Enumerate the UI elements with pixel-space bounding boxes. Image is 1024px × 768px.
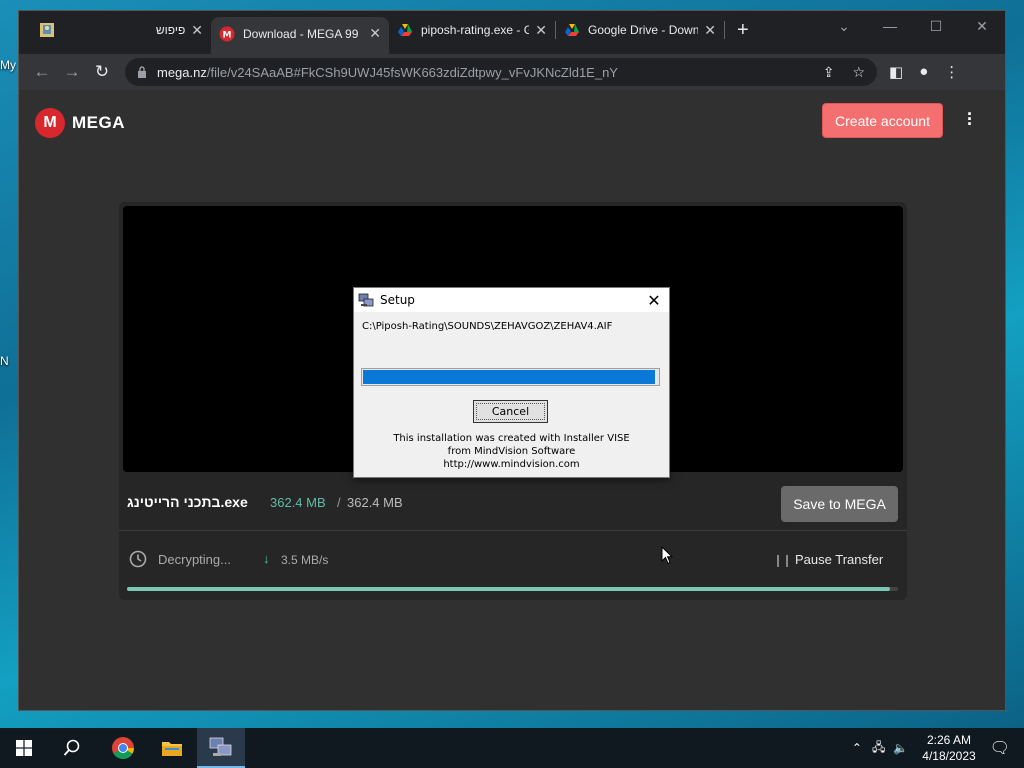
- transfer-speed: 3.5 MB/s: [281, 553, 329, 567]
- close-window-icon[interactable]: ✕: [959, 11, 1005, 43]
- taskbar-chrome[interactable]: [99, 728, 147, 768]
- tab-piposh-rating-drive[interactable]: piposh-rating.exe - G ✕: [389, 13, 555, 47]
- tab-search-icon[interactable]: ⌄: [821, 11, 867, 43]
- file-info-row: בתכני הרייטינג.exe 362.4 MB / 362.4 MB S…: [119, 477, 907, 531]
- svg-text:M: M: [223, 30, 232, 40]
- tab-strip: פיפוש ✕ M Download - MEGA 99 ✕ piposh-ra…: [19, 11, 1005, 54]
- url-path: /file/v24SAaAB#FkCSh9UWJ45fsWK663zdiZdtp…: [206, 64, 618, 80]
- setup-info-line: from MindVision Software: [447, 446, 576, 457]
- search-button[interactable]: [48, 728, 96, 768]
- file-name: בתכני הרייטינג.exe: [127, 494, 248, 510]
- mega-logo-text: MEGA: [72, 113, 125, 132]
- chrome-icon: [112, 737, 134, 759]
- setup-titlebar[interactable]: Setup ✕: [354, 288, 669, 312]
- bookmark-star-icon[interactable]: ☆: [852, 64, 865, 81]
- close-tab-icon[interactable]: ✕: [704, 22, 716, 39]
- tab-title: Google Drive - Down: [588, 23, 699, 37]
- mega-menu-icon[interactable]: · · ·: [967, 105, 973, 133]
- notifications-icon[interactable]: 🗨: [990, 738, 1010, 758]
- window-controls: ⌄ — ☐ ✕: [821, 11, 1005, 43]
- google-drive-icon: [565, 24, 579, 36]
- desktop-icon-label[interactable]: My: [0, 58, 16, 72]
- desktop-icon-label[interactable]: N: [0, 354, 9, 368]
- taskbar-clock[interactable]: 2:26 AM 4/18/2023: [922, 732, 975, 764]
- save-to-mega-button[interactable]: Save to MEGA: [781, 486, 898, 522]
- installer-icon: [209, 737, 232, 756]
- total-size: 362.4 MB: [347, 495, 403, 510]
- tab-separator: [724, 21, 725, 39]
- back-icon[interactable]: ←: [27, 62, 57, 82]
- setup-title: Setup: [380, 293, 415, 307]
- setup-info-line: This installation was created with Insta…: [393, 433, 630, 444]
- pause-transfer-button[interactable]: Pause Transfer: [795, 552, 883, 567]
- downloaded-size: 362.4 MB: [270, 495, 326, 510]
- network-icon[interactable]: 🖧: [872, 738, 885, 759]
- taskbar-file-explorer[interactable]: [148, 728, 196, 768]
- tab-title: פיפוש: [155, 23, 186, 37]
- size-separator: /: [337, 495, 341, 510]
- browser-toolbar: ← → ↻ mega.nz/file/v24SAaAB#FkCSh9UWJ45f…: [19, 54, 1005, 90]
- maximize-icon[interactable]: ☐: [913, 11, 959, 43]
- setup-progress-fill: [363, 370, 656, 384]
- setup-info-link[interactable]: http://www.mindvision.com: [354, 458, 669, 471]
- setup-progress-bar: [361, 368, 660, 386]
- tab-title: Download - MEGA 99: [243, 26, 359, 41]
- reload-icon[interactable]: ↻: [87, 62, 117, 82]
- volume-icon[interactable]: 🔈: [893, 741, 908, 755]
- mouse-cursor-icon: [661, 546, 673, 565]
- folder-icon: [162, 742, 182, 756]
- close-tab-icon[interactable]: ✕: [535, 22, 547, 39]
- share-icon[interactable]: ⇪: [823, 64, 835, 81]
- clock-icon: [129, 550, 147, 568]
- profile-icon[interactable]: ●: [919, 63, 928, 81]
- close-icon[interactable]: ✕: [639, 291, 669, 310]
- mega-logo-icon: M: [35, 108, 65, 138]
- browser-menu-icon[interactable]: ⋮: [944, 63, 959, 81]
- windows-logo-icon: [16, 740, 32, 756]
- side-panel-icon[interactable]: ◧: [889, 63, 903, 81]
- app-icon: [40, 23, 54, 37]
- address-bar[interactable]: mega.nz/file/v24SAaAB#FkCSh9UWJ45fsWK663…: [125, 58, 877, 86]
- start-button[interactable]: [0, 728, 48, 768]
- pause-icon[interactable]: ❙❙: [773, 553, 792, 567]
- taskbar-setup[interactable]: [197, 728, 245, 768]
- tab-google-drive[interactable]: Google Drive - Down ✕: [556, 13, 724, 47]
- lock-icon: [138, 66, 146, 78]
- tab-mega-download[interactable]: M Download - MEGA 99 ✕: [211, 17, 389, 54]
- transfer-status-row: Decrypting... ↓ 3.5 MB/s ❙❙ Pause Transf…: [119, 534, 907, 584]
- mega-icon: M: [219, 26, 235, 41]
- clock-time: 2:26 AM: [926, 733, 971, 747]
- setup-dialog: Setup ✕ C:\Piposh-Rating\SOUNDS\ZEHAVGOZ…: [353, 287, 670, 478]
- download-progress-fill: [127, 587, 891, 591]
- clock-date: 4/18/2023: [922, 749, 976, 763]
- close-tab-icon[interactable]: ✕: [369, 25, 381, 42]
- close-tab-icon[interactable]: ✕: [191, 22, 203, 39]
- download-progress-bar: [127, 587, 898, 591]
- setup-info: This installation was created with Insta…: [354, 432, 669, 471]
- setup-current-file: C:\Piposh-Rating\SOUNDS\ZEHAVGOZ\ZEHAV4.…: [362, 321, 613, 332]
- installer-icon: [358, 293, 374, 307]
- google-drive-icon: [398, 24, 412, 36]
- tab-piposh[interactable]: פיפוש ✕: [31, 13, 211, 47]
- cancel-button[interactable]: Cancel: [473, 400, 548, 423]
- mega-logo[interactable]: M MEGA: [35, 108, 125, 138]
- status-text: Decrypting...: [158, 552, 231, 567]
- search-icon: [63, 739, 80, 756]
- system-tray: ⌃ 🖧 🔈 2:26 AM 4/18/2023 🗨: [852, 728, 1024, 768]
- new-tab-icon[interactable]: +: [737, 19, 749, 42]
- tab-title: piposh-rating.exe - G: [421, 23, 530, 37]
- windows-taskbar: ⌃ 🖧 🔈 2:26 AM 4/18/2023 🗨: [0, 728, 1024, 768]
- forward-icon[interactable]: →: [57, 62, 87, 82]
- create-account-button[interactable]: Create account: [822, 103, 943, 138]
- url-domain: mega.nz: [157, 64, 207, 80]
- minimize-icon[interactable]: —: [867, 11, 913, 43]
- download-arrow-icon: ↓: [263, 551, 270, 566]
- show-hidden-icons-icon[interactable]: ⌃: [852, 741, 862, 755]
